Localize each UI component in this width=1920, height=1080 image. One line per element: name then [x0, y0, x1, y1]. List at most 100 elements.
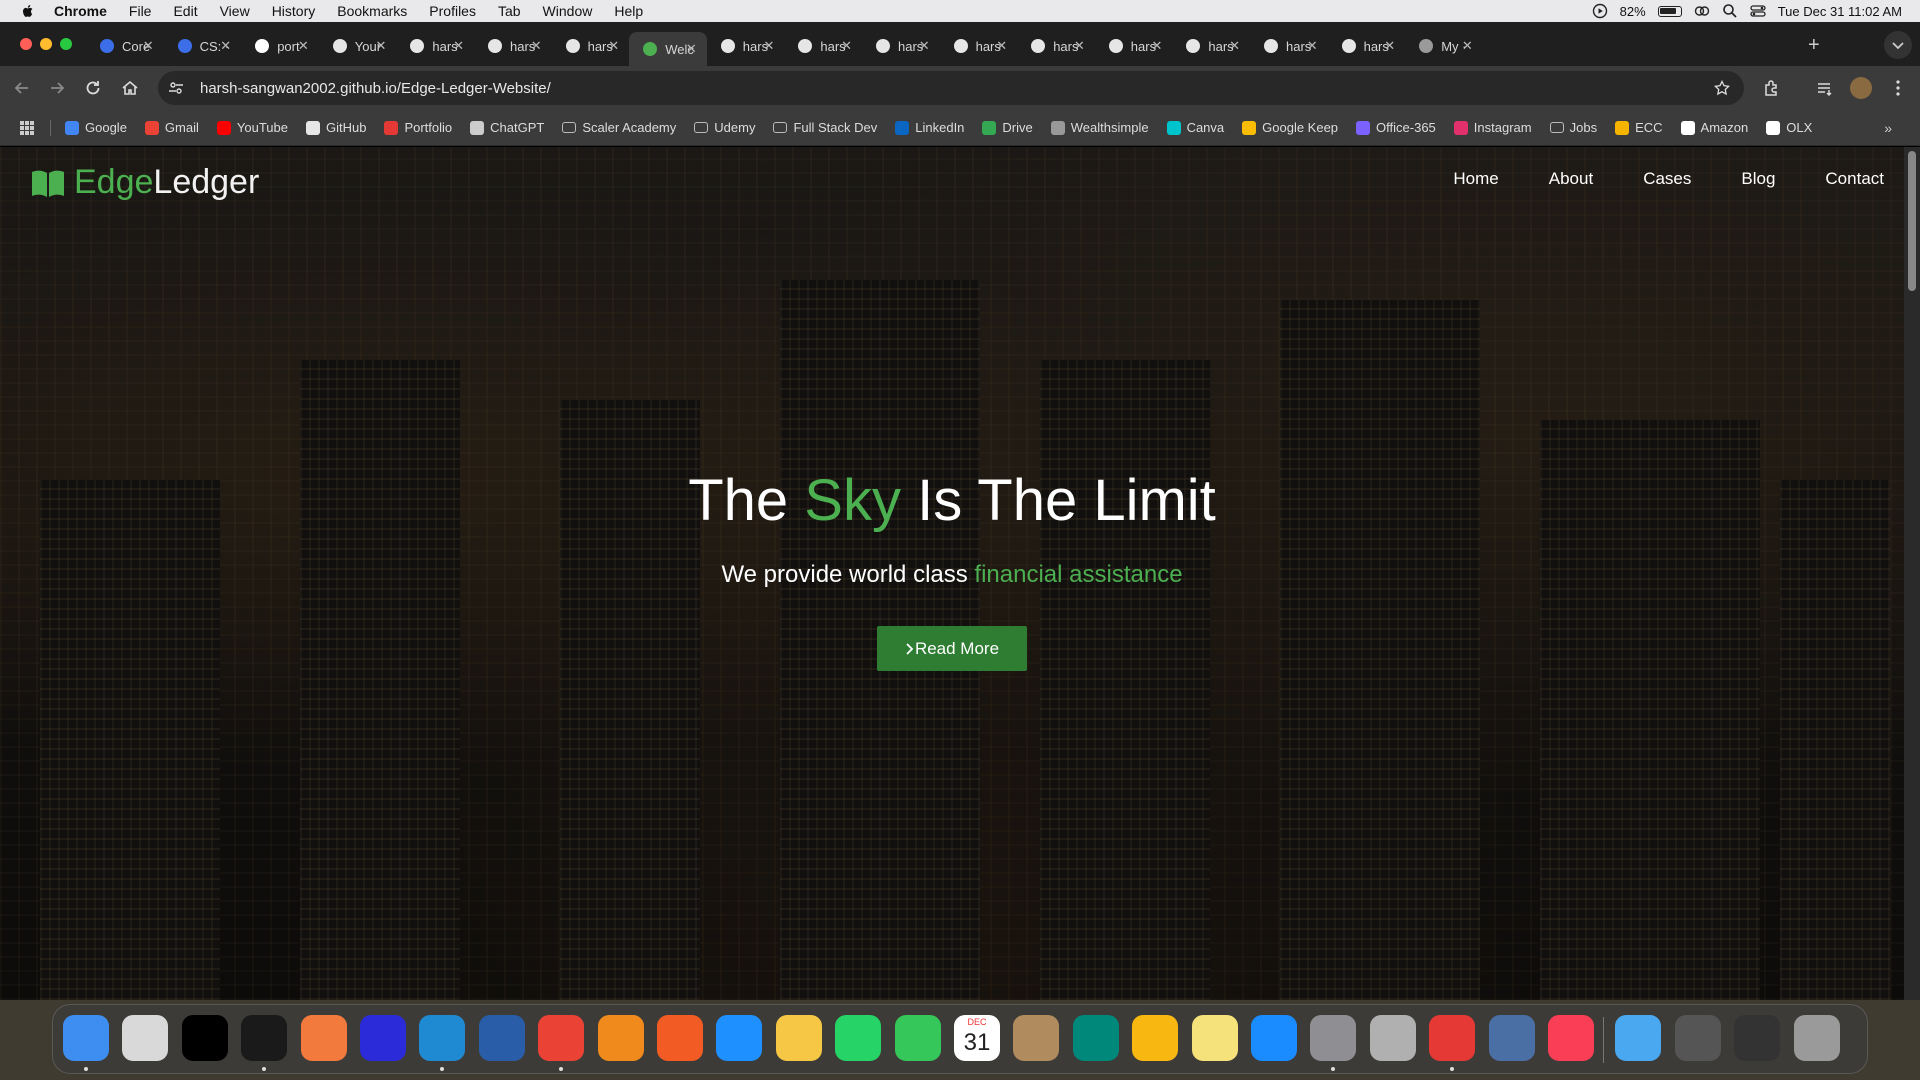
vectorworks-icon[interactable] [181, 1015, 228, 1061]
close-tab-icon[interactable]: ✕ [763, 38, 774, 54]
appstore-icon[interactable] [1251, 1015, 1297, 1061]
bookmark-item[interactable]: Portfolio [384, 120, 452, 135]
menu-edit[interactable]: Edit [173, 3, 197, 19]
reading-list-icon[interactable] [1815, 78, 1835, 98]
bookmark-item[interactable]: Full Stack Dev [773, 120, 877, 135]
bookmark-item[interactable]: Office-365 [1356, 120, 1436, 135]
stack-icon[interactable] [1674, 1015, 1721, 1061]
close-tab-icon[interactable]: ✕ [608, 38, 619, 54]
close-tab-icon[interactable]: ✕ [686, 41, 697, 57]
screen-mirroring-icon[interactable] [1694, 3, 1710, 19]
wireshark-icon[interactable] [478, 1015, 525, 1061]
whatsapp-icon[interactable] [835, 1015, 882, 1061]
photos-icon[interactable] [775, 1015, 822, 1061]
extensions-icon[interactable] [1762, 78, 1782, 98]
bookmark-item[interactable]: GitHub [305, 120, 366, 135]
close-tab-icon[interactable]: ✕ [996, 38, 1007, 54]
home-icon[interactable] [120, 78, 140, 98]
browser-tab[interactable]: hars ✕ [474, 32, 552, 60]
close-tab-icon[interactable]: ✕ [531, 38, 542, 54]
forward-arrow-icon[interactable] [47, 78, 67, 98]
nav-blog[interactable]: Blog [1741, 169, 1775, 189]
menu-window[interactable]: Window [543, 3, 593, 19]
close-tab-icon[interactable]: ✕ [1384, 38, 1395, 54]
browser-tab[interactable]: Core ✕ [86, 32, 164, 60]
page-scrollbar[interactable] [1904, 147, 1920, 1000]
browser-tab[interactable]: hars ✕ [862, 32, 940, 60]
bookmark-item[interactable]: Scaler Academy [562, 120, 676, 135]
vlc-icon[interactable] [597, 1015, 644, 1061]
battery-icon[interactable] [1657, 5, 1682, 17]
back-arrow-icon[interactable] [12, 78, 32, 98]
play-circle-icon[interactable] [1592, 3, 1608, 19]
menu-file[interactable]: File [129, 3, 152, 19]
close-tab-icon[interactable]: ✕ [143, 38, 154, 54]
nav-cases[interactable]: Cases [1643, 169, 1691, 189]
menu-bookmarks[interactable]: Bookmarks [337, 3, 407, 19]
bookmark-item[interactable]: Jobs [1549, 120, 1597, 135]
browser-tab[interactable]: hars ✕ [707, 32, 785, 60]
browser-tab[interactable]: CS: · ✕ [164, 32, 242, 60]
menu-view[interactable]: View [220, 3, 250, 19]
kebab-menu-icon[interactable] [1888, 78, 1908, 98]
clock[interactable]: Tue Dec 31 11:02 AM [1778, 4, 1902, 19]
finder-icon[interactable] [63, 1015, 109, 1061]
notes-icon[interactable] [1191, 1015, 1238, 1061]
read-more-button[interactable]: Read More [877, 626, 1027, 671]
profile-avatar[interactable] [1850, 77, 1872, 99]
browser-tab[interactable]: hars ✕ [784, 32, 862, 60]
apple-icon[interactable] [20, 3, 36, 19]
chrome-icon[interactable] [538, 1015, 585, 1061]
browser-tab[interactable]: hars ✕ [1017, 32, 1095, 60]
scrollbar-thumb[interactable] [1908, 151, 1916, 291]
bookmark-item[interactable]: Amazon [1680, 120, 1748, 135]
bookmark-item[interactable]: ECC [1615, 120, 1663, 135]
bookmark-star-icon[interactable] [1714, 80, 1730, 96]
close-tab-icon[interactable]: ✕ [220, 38, 231, 54]
close-tab-icon[interactable]: ✕ [298, 38, 309, 54]
meet-icon[interactable] [1072, 1015, 1119, 1061]
bookmark-item[interactable]: Canva [1166, 120, 1224, 135]
browser-tab[interactable]: hars ✕ [1095, 32, 1173, 60]
bookmark-item[interactable]: LinkedIn [895, 120, 964, 135]
pen-icon[interactable] [300, 1015, 347, 1061]
music-icon[interactable] [1548, 1015, 1594, 1061]
close-tab-icon[interactable]: ✕ [1151, 38, 1162, 54]
browser-tab[interactable]: Your ✕ [319, 32, 397, 60]
bookmark-item[interactable]: Google [65, 120, 127, 135]
new-tab-button[interactable]: + [1808, 34, 1820, 57]
minimize-window-button[interactable] [40, 38, 52, 50]
browser-tab[interactable]: hars ✕ [1250, 32, 1328, 60]
menu-history[interactable]: History [272, 3, 316, 19]
preview-icon[interactable] [1488, 1015, 1535, 1061]
close-tab-icon[interactable]: ✕ [1229, 38, 1240, 54]
screenshot-icon[interactable] [1734, 1015, 1781, 1061]
site-info-icon[interactable] [168, 80, 184, 96]
vscode-icon[interactable] [419, 1015, 466, 1061]
browser-tab[interactable]: My · ✕ [1405, 32, 1483, 60]
close-tab-icon[interactable]: ✕ [453, 38, 464, 54]
screen-recorder-icon[interactable] [1429, 1015, 1476, 1061]
brave-icon[interactable] [657, 1015, 703, 1061]
nav-about[interactable]: About [1549, 169, 1593, 189]
launchpad-icon[interactable] [122, 1015, 169, 1061]
tab-search-button[interactable] [1884, 31, 1912, 59]
contacts-icon[interactable] [1013, 1015, 1060, 1061]
browser-tab[interactable]: hars ✕ [552, 32, 630, 60]
close-tab-icon[interactable]: ✕ [1074, 38, 1085, 54]
browser-tab[interactable]: hars ✕ [940, 32, 1018, 60]
bookmark-item[interactable]: Drive [982, 120, 1033, 135]
intellij-icon[interactable] [360, 1015, 406, 1061]
close-tab-icon[interactable]: ✕ [841, 38, 852, 54]
bookmark-item[interactable]: YouTube [216, 120, 288, 135]
bookmark-item[interactable]: ChatGPT [470, 120, 544, 135]
menu-chrome[interactable]: Chrome [54, 3, 107, 19]
bookmark-item[interactable]: Wealthsimple [1050, 120, 1149, 135]
safari-icon[interactable] [716, 1015, 763, 1061]
browser-tab[interactable]: Welc ✕ [629, 32, 707, 66]
bookmark-item[interactable]: Google Keep [1242, 120, 1338, 135]
keynote-icon[interactable] [1132, 1015, 1179, 1061]
bookmark-item[interactable]: Gmail [144, 120, 199, 135]
downloads-folder-icon[interactable] [1615, 1015, 1662, 1061]
search-icon[interactable] [1722, 3, 1738, 19]
